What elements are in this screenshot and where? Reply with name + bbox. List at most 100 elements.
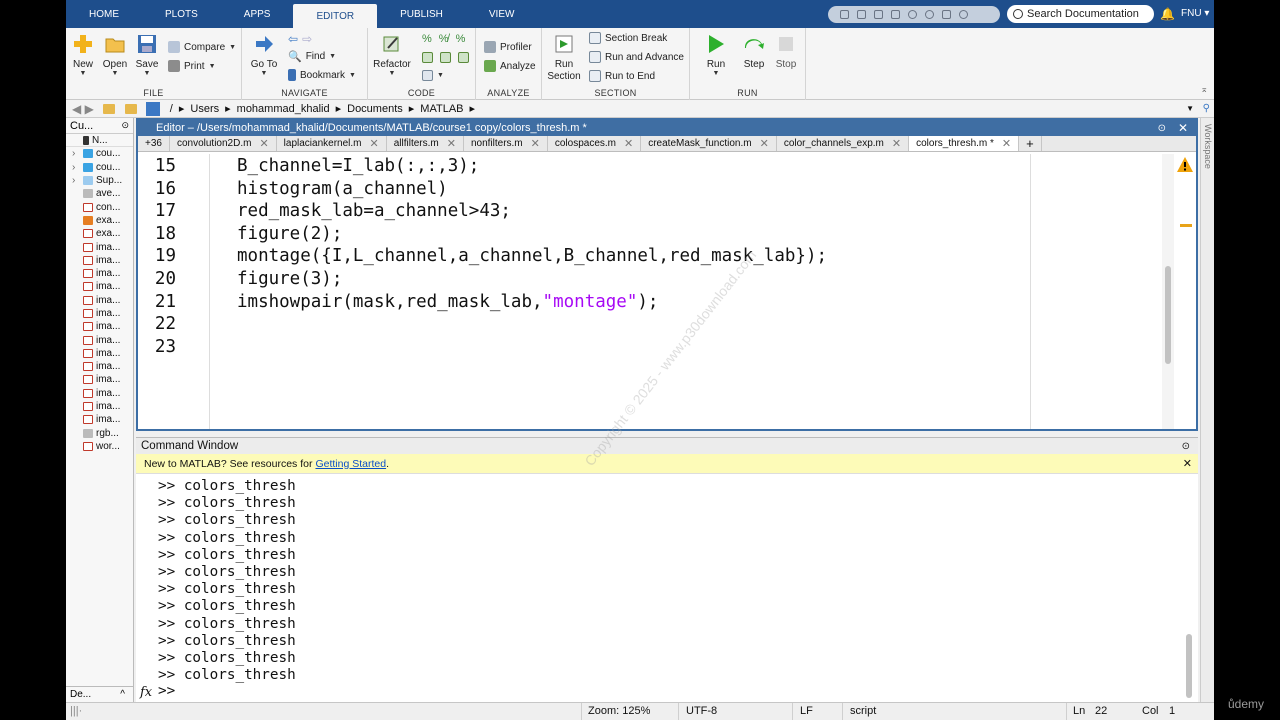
wrap-comment-icon[interactable]: % (456, 33, 466, 45)
search-folder-icon[interactable]: ⚲ (1203, 103, 1210, 114)
breadcrumb-matlab[interactable]: MATLAB (420, 103, 463, 115)
tab-view[interactable]: VIEW (466, 0, 538, 28)
close-tab-icon[interactable]: ✕ (892, 137, 901, 150)
search-documentation-input[interactable]: Search Documentation (1007, 5, 1154, 23)
analyze-button[interactable]: Analyze (484, 60, 536, 72)
command-scroll-thumb[interactable] (1186, 634, 1192, 698)
warning-icon[interactable] (1176, 156, 1194, 174)
workspace-collapsed-panel[interactable]: Workspace (1200, 118, 1214, 702)
fx-button[interactable]: ▼ (422, 70, 444, 81)
close-tab-icon[interactable]: ✕ (760, 137, 769, 150)
step-button[interactable]: Step (740, 34, 768, 70)
file-item[interactable]: ima... (66, 320, 133, 333)
close-tab-icon[interactable]: ✕ (531, 137, 540, 150)
file-item[interactable]: › Sup... (66, 174, 133, 187)
editor-menu-icon[interactable]: ⊙ (1158, 123, 1166, 134)
file-item[interactable]: ima... (66, 254, 133, 267)
tab-plots[interactable]: PLOTS (142, 0, 221, 28)
file-item[interactable]: ima... (66, 294, 133, 307)
editor-tab[interactable]: convolution2D.m ✕ (170, 136, 277, 151)
close-banner-icon[interactable]: ✕ (1183, 457, 1192, 470)
code-line[interactable]: figure(3); (237, 269, 342, 289)
run-button[interactable]: Run ▼ (702, 34, 730, 77)
back-forward-buttons[interactable]: ⇦ ⇨ (288, 32, 312, 46)
find-button[interactable]: 🔍 Find ▼ (288, 50, 336, 63)
paste-icon[interactable] (891, 10, 900, 19)
collapse-ribbon-icon[interactable]: ⌅ (1200, 84, 1208, 95)
file-item[interactable]: ima... (66, 280, 133, 293)
file-item[interactable]: ima... (66, 387, 133, 400)
file-item[interactable]: ima... (66, 400, 133, 413)
print-button[interactable]: Print ▼ (168, 60, 216, 72)
editor-scrollbar[interactable] (1162, 154, 1174, 429)
file-item[interactable]: con... (66, 200, 133, 213)
up-folder-icon[interactable] (102, 103, 115, 114)
close-tab-icon[interactable]: ✕ (447, 137, 456, 150)
file-item[interactable]: ima... (66, 307, 133, 320)
command-scrollbar[interactable] (1186, 478, 1194, 698)
file-item[interactable]: › cou... (66, 161, 133, 174)
save-icon[interactable] (840, 10, 849, 19)
run-section-button[interactable]: Run Section (546, 34, 582, 83)
file-item[interactable]: exa... (66, 227, 133, 240)
file-item[interactable]: exa... (66, 214, 133, 227)
tab-apps[interactable]: APPS (221, 0, 294, 28)
file-item[interactable]: rgb... (66, 427, 133, 440)
bell-icon[interactable]: 🔔 (1160, 7, 1175, 21)
goto-button[interactable]: Go To ▼ (248, 34, 280, 77)
section-break-button[interactable]: Section Break (589, 32, 667, 44)
tab-editor[interactable]: EDITOR (293, 4, 378, 28)
editor-tab[interactable]: laplaciankernel.m ✕ (277, 136, 387, 151)
editor-tab[interactable]: allfilters.m ✕ (387, 136, 464, 151)
stop-button[interactable]: Stop (772, 34, 800, 70)
switch-windows-icon[interactable] (942, 10, 951, 19)
redo-icon[interactable] (925, 10, 934, 19)
code-line[interactable]: red_mask_lab=a_channel>43; (237, 201, 511, 221)
editor-tab[interactable]: createMask_function.m ✕ (641, 136, 777, 151)
profiler-button[interactable]: Profiler (484, 41, 532, 53)
code-line[interactable]: figure(2); (237, 224, 342, 244)
browse-folder-icon[interactable] (124, 103, 137, 114)
back-icon[interactable]: ◀ ▶ (72, 102, 94, 116)
breadcrumb-documents[interactable]: Documents (347, 103, 403, 115)
file-column-header[interactable]: N... (66, 134, 133, 148)
warning-marker[interactable] (1180, 224, 1192, 227)
editor-scroll-thumb[interactable] (1165, 266, 1171, 364)
function-browser-icon[interactable]: fx (140, 685, 152, 700)
code-line[interactable]: imshowpair(mask,red_mask_lab,"montage"); (237, 292, 658, 312)
file-item[interactable]: ave... (66, 187, 133, 200)
close-editor-icon[interactable]: ✕ (1178, 121, 1188, 135)
new-tab-button[interactable]: + (1019, 136, 1042, 151)
editor-tab[interactable]: colospaces.m ✕ (548, 136, 642, 151)
expand-chevron-icon[interactable]: › (72, 162, 75, 173)
refactor-button[interactable]: Refactor ▼ (372, 34, 412, 77)
file-item[interactable]: ima... (66, 267, 133, 280)
breadcrumb-users[interactable]: Users (190, 103, 219, 115)
tab-home[interactable]: HOME (66, 0, 142, 28)
breadcrumb-user[interactable]: mohammad_khalid (237, 103, 330, 115)
code-area[interactable]: 15 16 17 18 19 20 21 22 23 B_channel=I_lab(:,:,3… (138, 154, 1196, 429)
increase-indent-icon[interactable] (458, 52, 469, 63)
uncomment-icon[interactable]: %̸ (439, 33, 449, 45)
new-button[interactable]: New ▼ (70, 34, 96, 77)
file-item[interactable]: ima... (66, 333, 133, 346)
code-line[interactable]: montage({I,L_channel,a_channel,B_channel… (237, 246, 827, 266)
close-tab-icon[interactable]: ✕ (370, 137, 379, 150)
tab-overflow[interactable]: +36 (138, 136, 170, 151)
command-window[interactable]: >> colors_thresh >> colors_thresh >> color… (136, 474, 1198, 702)
editor-tab[interactable]: color_channels_exp.m ✕ (777, 136, 910, 151)
code-line[interactable]: histogram(a_channel) (237, 179, 448, 199)
bookmark-button[interactable]: Bookmark ▼ (288, 69, 356, 81)
getting-started-link[interactable]: Getting Started (315, 458, 386, 470)
file-item[interactable]: › cou... (66, 147, 133, 160)
cut-icon[interactable] (857, 10, 866, 19)
run-advance-button[interactable]: Run and Advance (589, 51, 684, 63)
tab-publish[interactable]: PUBLISH (377, 0, 466, 28)
expand-chevron-icon[interactable]: › (72, 148, 75, 159)
command-prompt[interactable]: >> (158, 683, 175, 699)
undo-icon[interactable] (908, 10, 917, 19)
file-item[interactable]: ima... (66, 413, 133, 426)
close-tab-icon[interactable]: ✕ (259, 137, 268, 150)
file-item[interactable]: ima... (66, 360, 133, 373)
compare-button[interactable]: Compare ▼ (168, 41, 236, 53)
